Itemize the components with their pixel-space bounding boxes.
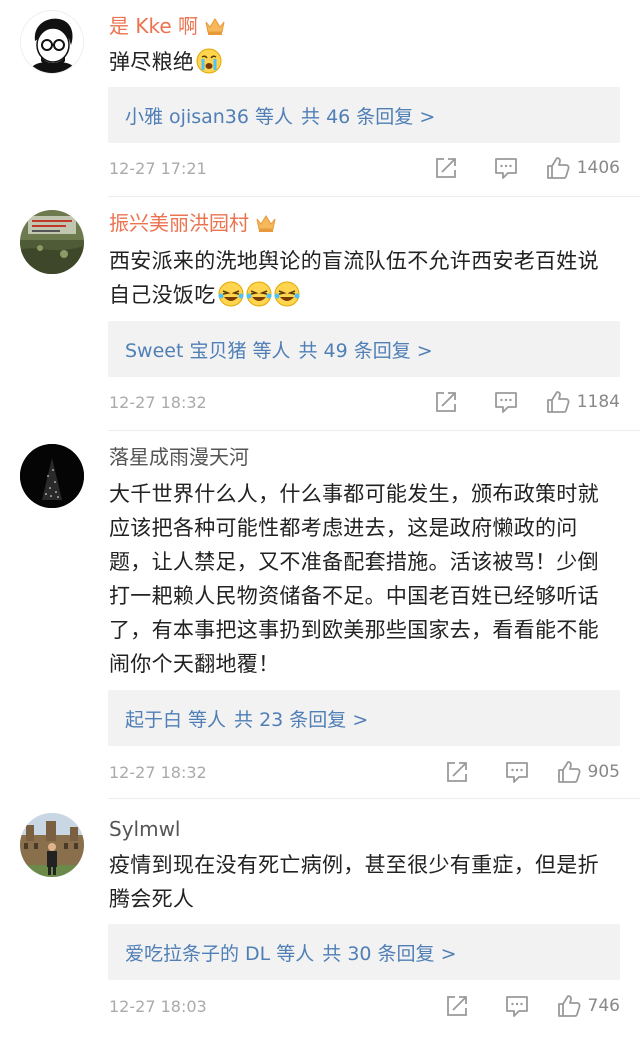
timestamp: 12-27 18:32 xyxy=(109,392,207,412)
avatar[interactable] xyxy=(20,444,84,508)
username[interactable]: Sylmwl xyxy=(109,816,180,842)
comment-text: 弹尽粮绝 xyxy=(109,45,619,79)
share-icon xyxy=(446,996,467,1016)
like-button[interactable]: 905 xyxy=(556,759,620,785)
username[interactable]: 是 Kke 啊 xyxy=(109,13,226,39)
reply-users: Sweet 宝贝猪 等人 xyxy=(125,339,291,362)
thumb-up-icon xyxy=(557,995,581,1017)
like-count: 1406 xyxy=(576,158,620,178)
reply-summary-button[interactable]: 起于白 等人 共 23 条回复 > xyxy=(108,690,620,746)
laughing-crying-face-icon xyxy=(274,281,300,307)
like-count: 746 xyxy=(587,996,620,1016)
share-icon xyxy=(435,158,456,178)
share-icon xyxy=(435,392,456,412)
laughing-crying-face-icon xyxy=(246,281,272,307)
reply-summary-button[interactable]: 小雅 ojisan36 等人 共 46 条回复 > xyxy=(108,87,620,143)
like-button[interactable]: 746 xyxy=(556,993,620,1019)
reply-count: 共 49 条回复 > xyxy=(298,339,433,362)
like-button[interactable]: 1184 xyxy=(545,389,620,415)
comment-icon xyxy=(494,158,517,179)
username[interactable]: 振兴美丽洪园村 xyxy=(109,210,277,236)
timestamp: 12-27 17:21 xyxy=(109,158,207,178)
comment-button[interactable] xyxy=(504,993,530,1019)
action-bar: 1184 xyxy=(433,389,620,415)
comment-button[interactable] xyxy=(493,389,519,415)
like-count: 905 xyxy=(587,762,620,782)
comment-item: 振兴美丽洪园村 西安派来的洗地舆论的盲流队伍不允许西安老百姓说自己没饭吃 Swe… xyxy=(0,197,640,430)
comment-text-content: 西安派来的洗地舆论的盲流队伍不允许西安老百姓说自己没饭吃 xyxy=(109,249,599,307)
reply-count: 共 46 条回复 > xyxy=(301,105,436,128)
thumb-up-icon xyxy=(546,157,570,179)
comment-text-content: 疫情到现在没有死亡病例，甚至很少有重症，但是折腾会死人 xyxy=(109,853,599,911)
reply-count: 共 23 条回复 > xyxy=(234,708,369,731)
username-text[interactable]: 落星成雨漫天河 xyxy=(109,445,249,469)
crown-icon xyxy=(255,213,277,233)
comment-icon xyxy=(505,996,528,1017)
crying-face-icon xyxy=(196,48,222,74)
avatar[interactable] xyxy=(20,10,84,74)
username-text[interactable]: Sylmwl xyxy=(109,817,180,841)
username[interactable]: 落星成雨漫天河 xyxy=(109,444,249,470)
comment-text-content: 大千世界什么人，什么事都可能发生，颁布政策时就应该把各种可能性都考虑进去，这是政… xyxy=(109,482,599,676)
comment-icon xyxy=(505,762,528,783)
reply-users: 爱吃拉条子的 DL 等人 xyxy=(125,942,315,965)
share-icon xyxy=(446,762,467,782)
comment-text: 大千世界什么人，什么事都可能发生，颁布政策时就应该把各种可能性都考虑进去，这是政… xyxy=(109,477,619,681)
share-button[interactable] xyxy=(444,993,470,1019)
reply-count: 共 30 条回复 > xyxy=(322,942,457,965)
timestamp: 12-27 18:32 xyxy=(109,762,207,782)
action-bar: 746 xyxy=(444,993,620,1019)
timestamp: 12-27 18:03 xyxy=(109,996,207,1016)
comment-button[interactable] xyxy=(504,759,530,785)
reply-users: 起于白 等人 xyxy=(125,708,227,731)
action-bar: 1406 xyxy=(433,155,620,181)
action-bar: 905 xyxy=(444,759,620,785)
username-text[interactable]: 振兴美丽洪园村 xyxy=(109,211,249,235)
share-button[interactable] xyxy=(444,759,470,785)
comment-button[interactable] xyxy=(493,155,519,181)
comment-text: 西安派来的洗地舆论的盲流队伍不允许西安老百姓说自己没饭吃 xyxy=(109,244,619,312)
laughing-crying-face-icon xyxy=(218,281,244,307)
thumb-up-icon xyxy=(546,391,570,413)
comment-item: 是 Kke 啊 弹尽粮绝 小雅 ojisan36 等人 共 46 条回复 > 1… xyxy=(0,0,640,196)
comment-meta: 12-27 18:03 746 xyxy=(109,992,620,1020)
reply-summary-button[interactable]: Sweet 宝贝猪 等人 共 49 条回复 > xyxy=(108,321,620,377)
share-button[interactable] xyxy=(433,389,459,415)
reply-users: 小雅 ojisan36 等人 xyxy=(125,105,294,128)
avatar[interactable] xyxy=(20,813,84,877)
like-button[interactable]: 1406 xyxy=(545,155,620,181)
avatar[interactable] xyxy=(20,210,84,274)
share-button[interactable] xyxy=(433,155,459,181)
comment-item: 落星成雨漫天河 大千世界什么人，什么事都可能发生，颁布政策时就应该把各种可能性都… xyxy=(0,431,640,798)
comment-text: 疫情到现在没有死亡病例，甚至很少有重症，但是折腾会死人 xyxy=(109,848,619,916)
comment-item: Sylmwl 疫情到现在没有死亡病例，甚至很少有重症，但是折腾会死人 爱吃拉条子… xyxy=(0,799,640,1042)
comment-meta: 12-27 18:32 1184 xyxy=(109,388,620,416)
username-text[interactable]: 是 Kke 啊 xyxy=(109,14,198,38)
comment-meta: 12-27 18:32 905 xyxy=(109,758,620,786)
crown-icon xyxy=(204,16,226,36)
thumb-up-icon xyxy=(557,761,581,783)
comment-text-content: 弹尽粮绝 xyxy=(109,50,195,74)
comment-meta: 12-27 17:21 1406 xyxy=(109,154,620,182)
reply-summary-button[interactable]: 爱吃拉条子的 DL 等人 共 30 条回复 > xyxy=(108,924,620,980)
like-count: 1184 xyxy=(576,392,620,412)
comment-icon xyxy=(494,392,517,413)
